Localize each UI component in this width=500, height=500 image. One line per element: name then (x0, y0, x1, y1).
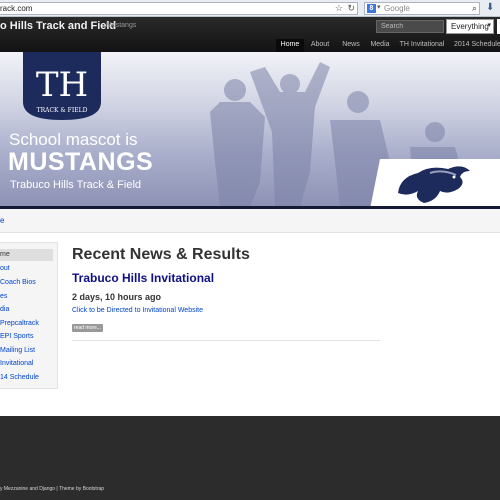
sidebar-item-media[interactable]: dia (0, 306, 9, 313)
engine-dropdown-icon[interactable]: ▾ (377, 3, 381, 11)
page-title: Recent News & Results (72, 246, 250, 263)
breadcrumb: e (0, 209, 500, 233)
nav-news[interactable]: News (336, 39, 366, 52)
sidebar-item-2014-schedule[interactable]: 14 Schedule (0, 374, 39, 381)
post-body-link[interactable]: Click to be Directed to Invitational Web… (72, 307, 203, 314)
nav-2014-schedule[interactable]: 2014 Schedule (450, 39, 500, 52)
address-bar-url: rack.com (0, 4, 33, 13)
sidebar-item-about[interactable]: out (0, 265, 10, 272)
post-divider (72, 340, 380, 341)
browser-search-box[interactable]: 8 ▾ Google ⌕ (364, 2, 480, 15)
nav-home[interactable]: Home (276, 39, 304, 52)
sidebar-nav: me out Coach Bios es dia Prepcaltrack EP… (0, 242, 58, 389)
browser-search-placeholder: Google (384, 4, 410, 13)
site-tagline: Mustangs (106, 22, 137, 29)
site-navbar: o Hills Track and Field Mustangs Everyth… (0, 17, 500, 52)
sidebar-item-coach-bios[interactable]: Coach Bios (0, 279, 36, 286)
magnifier-icon[interactable]: ⌕ (472, 3, 477, 14)
sidebar-item-mailing-list[interactable]: Mailing List (0, 347, 35, 354)
post-timestamp: 2 days, 10 hours ago (72, 292, 162, 302)
mascot-name: MUSTANGS (8, 148, 154, 176)
nav-media[interactable]: Media (366, 39, 394, 52)
hero-subtitle: Trabuco Hills Track & Field (10, 179, 142, 191)
footer-credits: y Mezzanine and Django | Theme by Bootst… (0, 486, 105, 492)
mustang-logo (370, 159, 500, 209)
read-more-button[interactable]: read more... (72, 324, 103, 332)
search-scope-value: Everything (451, 22, 489, 31)
hero-banner: TH TRACK & FIELD School mascot is MUSTAN… (0, 52, 500, 209)
nav-menu: Home About News Media TH Invitational 20… (276, 39, 500, 52)
post-title-link[interactable]: Trabuco Hills Invitational (72, 271, 214, 285)
crest-caption: TRACK & FIELD (37, 107, 88, 114)
bookmark-star-icon[interactable]: ☆ (335, 3, 343, 14)
nav-th-invitational[interactable]: TH Invitational (394, 39, 450, 52)
track-field-crest-logo: TH TRACK & FIELD (23, 52, 101, 120)
chevron-down-icon: ▾ (487, 22, 491, 29)
address-bar[interactable]: rack.com ☆ ↻ (0, 2, 358, 15)
sidebar-item-epi-sports[interactable]: EPI Sports (0, 333, 33, 340)
browser-toolbar: rack.com ☆ ↻ 8 ▾ Google ⌕ ⬇ (0, 0, 500, 17)
search-scope-select[interactable]: Everything ▾ (446, 19, 494, 34)
breadcrumb-current[interactable]: e (0, 216, 4, 225)
nav-about[interactable]: About (304, 39, 336, 52)
reload-icon[interactable]: ↻ (347, 3, 355, 14)
site-title[interactable]: o Hills Track and Field (0, 20, 116, 32)
crest-letters: TH (36, 65, 88, 105)
sidebar-item-invitational[interactable]: Invitational (0, 360, 33, 367)
mascot-intro-text: School mascot is (9, 130, 138, 149)
google-icon[interactable]: 8 (367, 4, 376, 13)
search-input[interactable] (376, 20, 444, 33)
sidebar-item-news[interactable]: es (0, 293, 7, 300)
site-footer: y Mezzanine and Django | Theme by Bootst… (0, 416, 500, 500)
sidebar-item-prepcaltrack[interactable]: Prepcaltrack (0, 320, 39, 327)
sidebar-item-home[interactable]: me (0, 249, 53, 261)
download-icon[interactable]: ⬇ (486, 2, 494, 13)
